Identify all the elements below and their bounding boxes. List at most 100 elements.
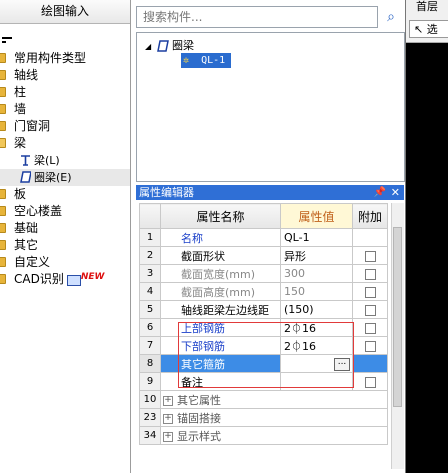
close-icon[interactable]: ✕ xyxy=(391,185,400,200)
property-value[interactable]: (150) xyxy=(280,300,353,319)
vertical-scrollbar[interactable] xyxy=(391,203,404,469)
drawing-input-panel: 绘图输入 常用构件类型 轴线柱墙门窗洞梁梁(L) 圈梁(E) 板空心楼盖 基础 其它 自定义… xyxy=(0,0,131,473)
tree-item[interactable]: 轴线 xyxy=(0,67,130,84)
select-button[interactable]: ↖ 选 xyxy=(409,20,448,38)
row-number: 6 xyxy=(139,318,161,337)
tree-item[interactable]: 柱 xyxy=(0,84,130,101)
expand-icon[interactable]: + xyxy=(163,413,173,424)
tree-root-ring-beam[interactable]: ◢ 圈梁 xyxy=(145,39,194,53)
property-value-text: 异形 xyxy=(284,249,306,263)
property-value-text: 300 xyxy=(284,267,305,280)
property-value[interactable]: 2⏀16 xyxy=(280,336,353,355)
property-value-text: 2⏀16 xyxy=(284,339,316,353)
extra-checkbox[interactable] xyxy=(364,322,376,334)
extra-checkbox[interactable] xyxy=(364,268,376,280)
tree-item[interactable]: 自定义 xyxy=(0,254,130,271)
collapse-icon[interactable] xyxy=(2,37,12,39)
property-row[interactable]: 5 轴线距梁左边线距 (150) xyxy=(139,300,388,319)
property-row[interactable]: 1 名称 QL-1 xyxy=(139,228,388,247)
extra-checkbox[interactable] xyxy=(364,340,376,352)
property-name: 截面形状 xyxy=(160,246,281,265)
extra-checkbox[interactable] xyxy=(364,250,376,262)
tree-child-label: 圈梁(E) xyxy=(34,171,72,184)
tree-item-label: QL-1 xyxy=(201,55,226,66)
extra-checkbox[interactable] xyxy=(364,304,376,316)
property-name: + 其它属性 xyxy=(160,390,388,409)
tree-item-ql1[interactable]: ✲ QL-1 xyxy=(181,53,231,68)
property-row[interactable]: 10 + 其它属性 xyxy=(139,390,388,409)
property-row[interactable]: 3 截面宽度(mm) 300 xyxy=(139,264,388,283)
property-row[interactable]: 34 + 显示样式 xyxy=(139,426,388,445)
property-name: 备注 xyxy=(160,372,281,391)
property-value[interactable] xyxy=(280,372,353,391)
tree-item[interactable]: 板 xyxy=(0,186,130,203)
row-number: 1 xyxy=(139,228,161,247)
row-number: 34 xyxy=(139,426,161,445)
expand-icon[interactable]: + xyxy=(163,431,173,442)
property-row[interactable]: 2 截面形状 异形 xyxy=(139,246,388,265)
collapse-arrow-icon[interactable]: ◢ xyxy=(145,40,153,54)
extra-checkbox[interactable] xyxy=(364,286,376,298)
row-number: 5 xyxy=(139,300,161,319)
extra-cell xyxy=(352,336,388,355)
property-name: 上部钢筋 xyxy=(160,318,281,337)
property-row[interactable]: 23 + 锚固搭接 xyxy=(139,408,388,427)
property-editor-titlebar: 属性编辑器 📌 ✕ xyxy=(136,185,404,200)
property-value[interactable]: 异形 xyxy=(280,246,353,265)
ring-beam-icon xyxy=(20,171,31,183)
search-icon[interactable]: ⌕ xyxy=(382,8,400,26)
floor-tab[interactable]: 首层 xyxy=(406,0,448,14)
column-header-value[interactable]: 属性值 xyxy=(280,203,353,229)
tree-item[interactable]: 墙 xyxy=(0,101,130,118)
property-row[interactable]: 6 上部钢筋 2⏀16 xyxy=(139,318,388,337)
tree-item[interactable]: 常用构件类型 xyxy=(0,50,130,67)
ellipsis-button[interactable]: ... xyxy=(334,358,350,371)
expand-icon[interactable]: + xyxy=(163,395,173,406)
property-value[interactable]: 2⏀16 xyxy=(280,318,353,337)
property-name-label: 名称 xyxy=(181,231,203,245)
pin-icon[interactable]: 📌 xyxy=(374,185,386,200)
property-row[interactable]: 4 截面高度(mm) 150 xyxy=(139,282,388,301)
property-value[interactable]: QL-1 xyxy=(280,228,353,247)
column-header-extra[interactable]: 附加 xyxy=(352,203,388,229)
property-row[interactable]: 8 其它箍筋... xyxy=(139,354,388,373)
scrollbar-thumb[interactable] xyxy=(393,227,402,407)
tree-item[interactable]: 梁 xyxy=(0,135,130,152)
property-value[interactable]: 300 xyxy=(280,264,353,283)
row-number: 2 xyxy=(139,246,161,265)
column-header-name[interactable]: 属性名称 xyxy=(160,203,281,229)
property-row[interactable]: 9 备注 xyxy=(139,372,388,391)
tree-child-item[interactable]: 圈梁(E) xyxy=(0,169,130,186)
component-tree: ◢ 圈梁 ✲ QL-1 xyxy=(136,32,405,182)
tree-item-label: 基础 xyxy=(14,221,39,235)
tree-item[interactable]: CAD识别 NEW xyxy=(0,271,130,288)
property-value[interactable]: ... xyxy=(280,354,353,373)
property-name: 截面宽度(mm) xyxy=(160,264,281,283)
folder-icon xyxy=(0,121,6,131)
tree-item-label: 常用构件类型 xyxy=(14,51,87,65)
folder-icon xyxy=(0,189,6,199)
extra-cell xyxy=(352,246,388,265)
tree-item[interactable]: 门窗洞 xyxy=(0,118,130,135)
extra-cell xyxy=(352,318,388,337)
folder-icon xyxy=(0,104,6,114)
extra-cell xyxy=(352,264,388,283)
property-name-label: 下部钢筋 xyxy=(181,339,225,353)
folder-icon xyxy=(0,138,6,148)
property-value[interactable]: 150 xyxy=(280,282,353,301)
property-row[interactable]: 7 下部钢筋 2⏀16 xyxy=(139,336,388,355)
tree-item[interactable]: 基础 xyxy=(0,220,130,237)
search-input[interactable] xyxy=(136,6,378,28)
extra-checkbox[interactable] xyxy=(364,376,376,388)
extra-cell xyxy=(352,300,388,319)
column-header-num xyxy=(139,203,161,229)
tree-item[interactable]: 其它 xyxy=(0,237,130,254)
tree-root-label: 圈梁 xyxy=(172,39,194,52)
select-button-label: 选 xyxy=(426,23,438,36)
tree-child-item[interactable]: 梁(L) xyxy=(0,152,130,169)
extra-cell xyxy=(352,372,388,391)
row-number: 4 xyxy=(139,282,161,301)
tree-item[interactable]: 空心楼盖 xyxy=(0,203,130,220)
property-editor-title: 属性编辑器 xyxy=(139,186,194,199)
extra-cell xyxy=(352,354,388,373)
